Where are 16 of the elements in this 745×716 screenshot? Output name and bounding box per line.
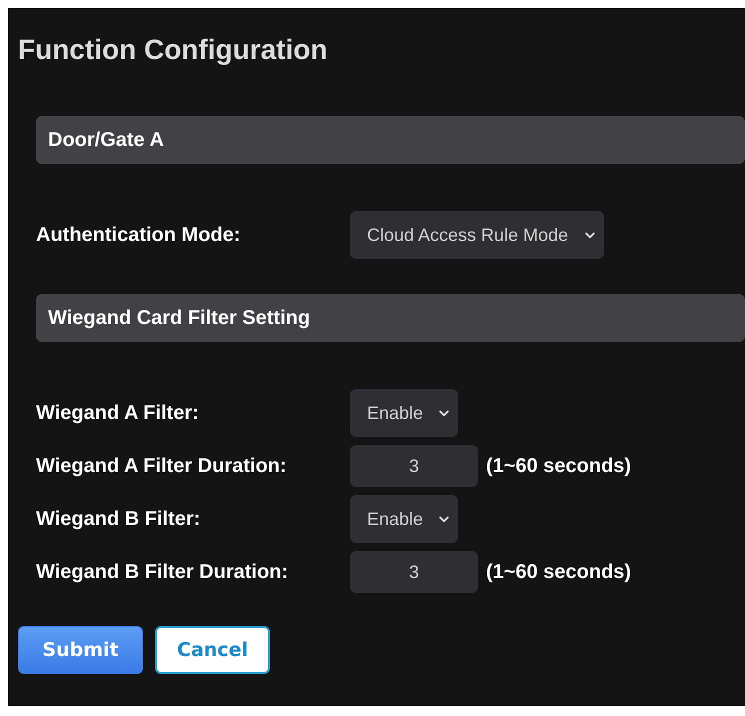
page-title: Function Configuration — [18, 33, 328, 67]
range-hint: (1~60 seconds) — [486, 454, 632, 479]
range-hint: (1~60 seconds) — [486, 560, 632, 585]
field-label: Wiegand A Filter Duration: — [36, 454, 288, 479]
dropdown[interactable]: Enable — [350, 495, 458, 543]
section-header: Wiegand Card Filter Setting — [36, 294, 745, 342]
dropdown[interactable]: Cloud Access Rule Mode — [350, 211, 604, 259]
field-label: Wiegand A Filter: — [36, 401, 200, 426]
field-label: Wiegand B Filter: — [36, 507, 202, 532]
cancel-button[interactable]: Cancel — [155, 626, 270, 674]
field-label: Authentication Mode: — [36, 223, 242, 248]
number-field[interactable]: 3 — [350, 445, 478, 487]
field-label: Wiegand B Filter Duration: — [36, 560, 290, 585]
section-header: Door/Gate A — [36, 116, 745, 164]
number-field[interactable]: 3 — [350, 551, 478, 593]
dropdown[interactable]: Enable — [350, 389, 458, 437]
